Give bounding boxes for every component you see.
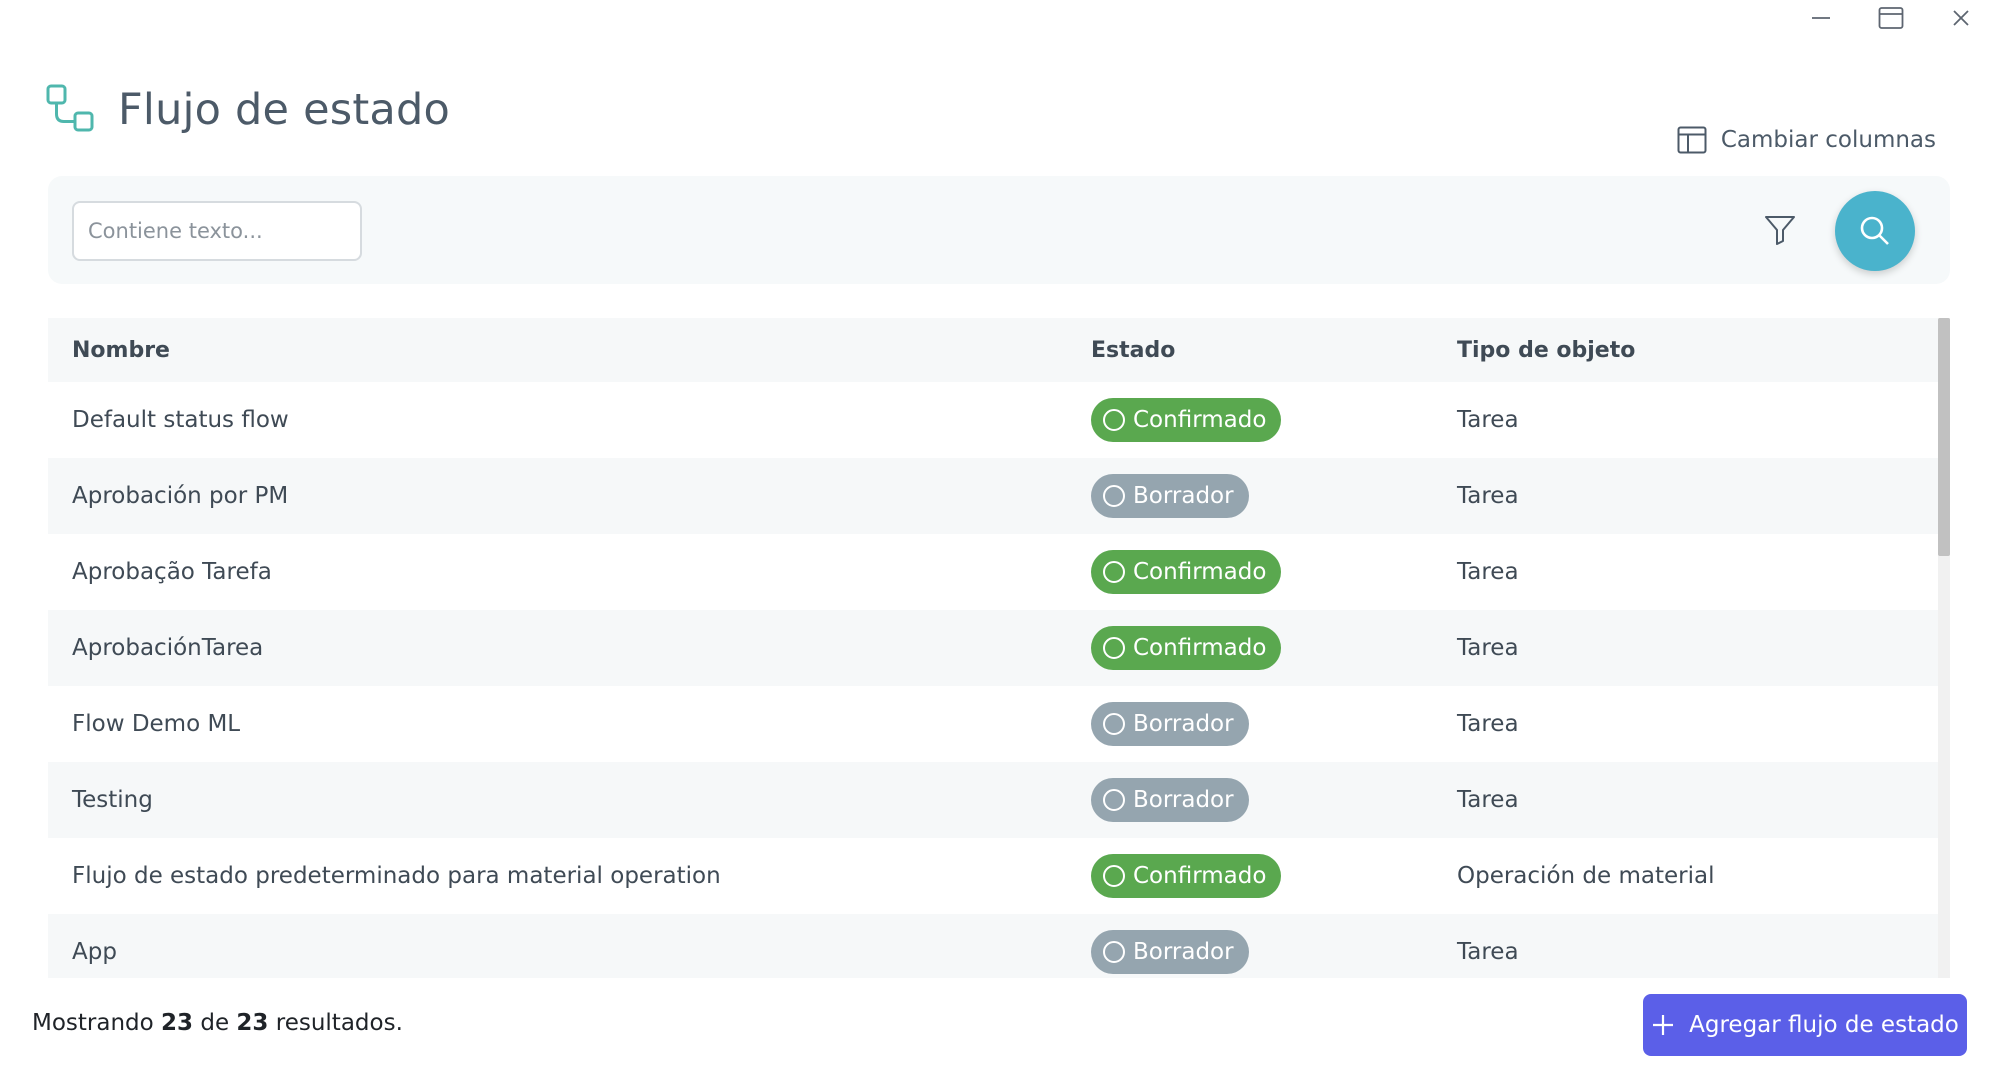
status-circle-icon [1103, 485, 1125, 507]
status-circle-icon [1103, 637, 1125, 659]
table-row[interactable]: AprobaciónTarea Confirmado Tarea [48, 610, 1938, 686]
row-name: Flujo de estado predeterminado para mate… [72, 863, 721, 889]
status-badge-label: Confirmado [1133, 635, 1267, 661]
columns-icon [1677, 126, 1707, 154]
row-object-type: Tarea [1457, 559, 1519, 585]
row-name: App [72, 939, 117, 965]
status-badge-label: Confirmado [1133, 559, 1267, 585]
row-status: Borrador [1091, 702, 1249, 746]
results-middle: de [200, 1010, 230, 1036]
change-columns-label: Cambiar columnas [1720, 127, 1936, 153]
search-toolbar [48, 176, 1950, 284]
status-badge: Borrador [1091, 702, 1249, 746]
column-header-name[interactable]: Nombre [72, 338, 170, 363]
table-row[interactable]: Aprobación por PM Borrador Tarea [48, 458, 1938, 534]
change-columns-button[interactable]: Cambiar columnas [1677, 126, 1936, 154]
table-row[interactable]: Flujo de estado predeterminado para mate… [48, 838, 1938, 914]
row-object-type: Operación de material [1457, 863, 1715, 889]
status-badge: Confirmado [1091, 550, 1282, 594]
results-suffix: resultados. [275, 1010, 403, 1036]
table-row[interactable]: Aprobação Tarefa Confirmado Tarea [48, 534, 1938, 610]
status-circle-icon [1103, 713, 1125, 735]
filter-icon[interactable] [1763, 214, 1799, 248]
status-badge-label: Borrador [1133, 787, 1234, 813]
row-name: Aprobación por PM [72, 483, 289, 509]
row-object-type: Tarea [1457, 635, 1519, 661]
row-status: Confirmado [1091, 626, 1282, 670]
status-circle-icon [1103, 865, 1125, 887]
row-object-type: Tarea [1457, 939, 1519, 965]
row-object-type: Tarea [1457, 407, 1519, 433]
window-controls [1800, 6, 1982, 30]
status-badge: Confirmado [1091, 854, 1282, 898]
row-name: AprobaciónTarea [72, 635, 264, 661]
plus-icon [1653, 1015, 1674, 1035]
add-status-flow-button[interactable]: Agregar flujo de estado [1643, 994, 1967, 1056]
status-badge: Confirmado [1091, 626, 1282, 670]
status-badge: Borrador [1091, 474, 1249, 518]
row-status: Confirmado [1091, 854, 1282, 898]
maximize-icon[interactable] [1870, 6, 1912, 30]
search-icon [1860, 216, 1889, 245]
status-flow-icon [46, 84, 94, 136]
row-status: Confirmado [1091, 398, 1282, 442]
add-status-flow-label: Agregar flujo de estado [1689, 1012, 1959, 1038]
status-badge-label: Borrador [1133, 483, 1234, 509]
status-badge: Confirmado [1091, 398, 1282, 442]
table-row[interactable]: App Borrador Tarea [48, 914, 1938, 978]
column-header-object-type[interactable]: Tipo de objeto [1457, 338, 1635, 363]
status-badge-label: Borrador [1133, 711, 1234, 737]
table-header: Nombre Estado Tipo de objeto [48, 318, 1938, 382]
row-name: Aprobação Tarefa [72, 559, 272, 585]
close-icon[interactable] [1940, 6, 1982, 30]
row-status: Confirmado [1091, 550, 1282, 594]
scrollbar-thumb[interactable] [1938, 318, 1950, 556]
status-circle-icon [1103, 789, 1125, 811]
status-circle-icon [1103, 941, 1125, 963]
results-prefix: Mostrando [32, 1010, 154, 1036]
column-header-status[interactable]: Estado [1091, 338, 1175, 363]
results-total: 23 [236, 1010, 269, 1036]
row-object-type: Tarea [1457, 711, 1519, 737]
status-badge-label: Borrador [1133, 939, 1234, 965]
table-row[interactable]: Testing Borrador Tarea [48, 762, 1938, 838]
table-row[interactable]: Default status flow Confirmado Tarea [48, 382, 1938, 458]
search-input[interactable] [72, 201, 362, 261]
page-header: Flujo de estado [46, 84, 450, 136]
row-status: Borrador [1091, 778, 1249, 822]
page-title: Flujo de estado [118, 85, 450, 135]
status-badge-label: Confirmado [1133, 863, 1267, 889]
status-circle-icon [1103, 561, 1125, 583]
row-object-type: Tarea [1457, 787, 1519, 813]
status-flow-table: Nombre Estado Tipo de objeto Default sta… [48, 318, 1950, 978]
table-row[interactable]: Flow Demo ML Borrador Tarea [48, 686, 1938, 762]
status-badge: Borrador [1091, 778, 1249, 822]
row-object-type: Tarea [1457, 483, 1519, 509]
row-name: Default status flow [72, 407, 289, 433]
minimize-icon[interactable] [1800, 6, 1842, 30]
search-button[interactable] [1835, 191, 1915, 271]
row-status: Borrador [1091, 930, 1249, 974]
scrollbar[interactable] [1938, 318, 1950, 978]
row-name: Flow Demo ML [72, 711, 241, 737]
row-status: Borrador [1091, 474, 1249, 518]
status-badge-label: Confirmado [1133, 407, 1267, 433]
row-name: Testing [72, 787, 153, 813]
results-count: Mostrando 23 de 23 resultados. [32, 1010, 403, 1036]
results-shown: 23 [161, 1010, 194, 1036]
status-circle-icon [1103, 409, 1125, 431]
status-badge: Borrador [1091, 930, 1249, 974]
